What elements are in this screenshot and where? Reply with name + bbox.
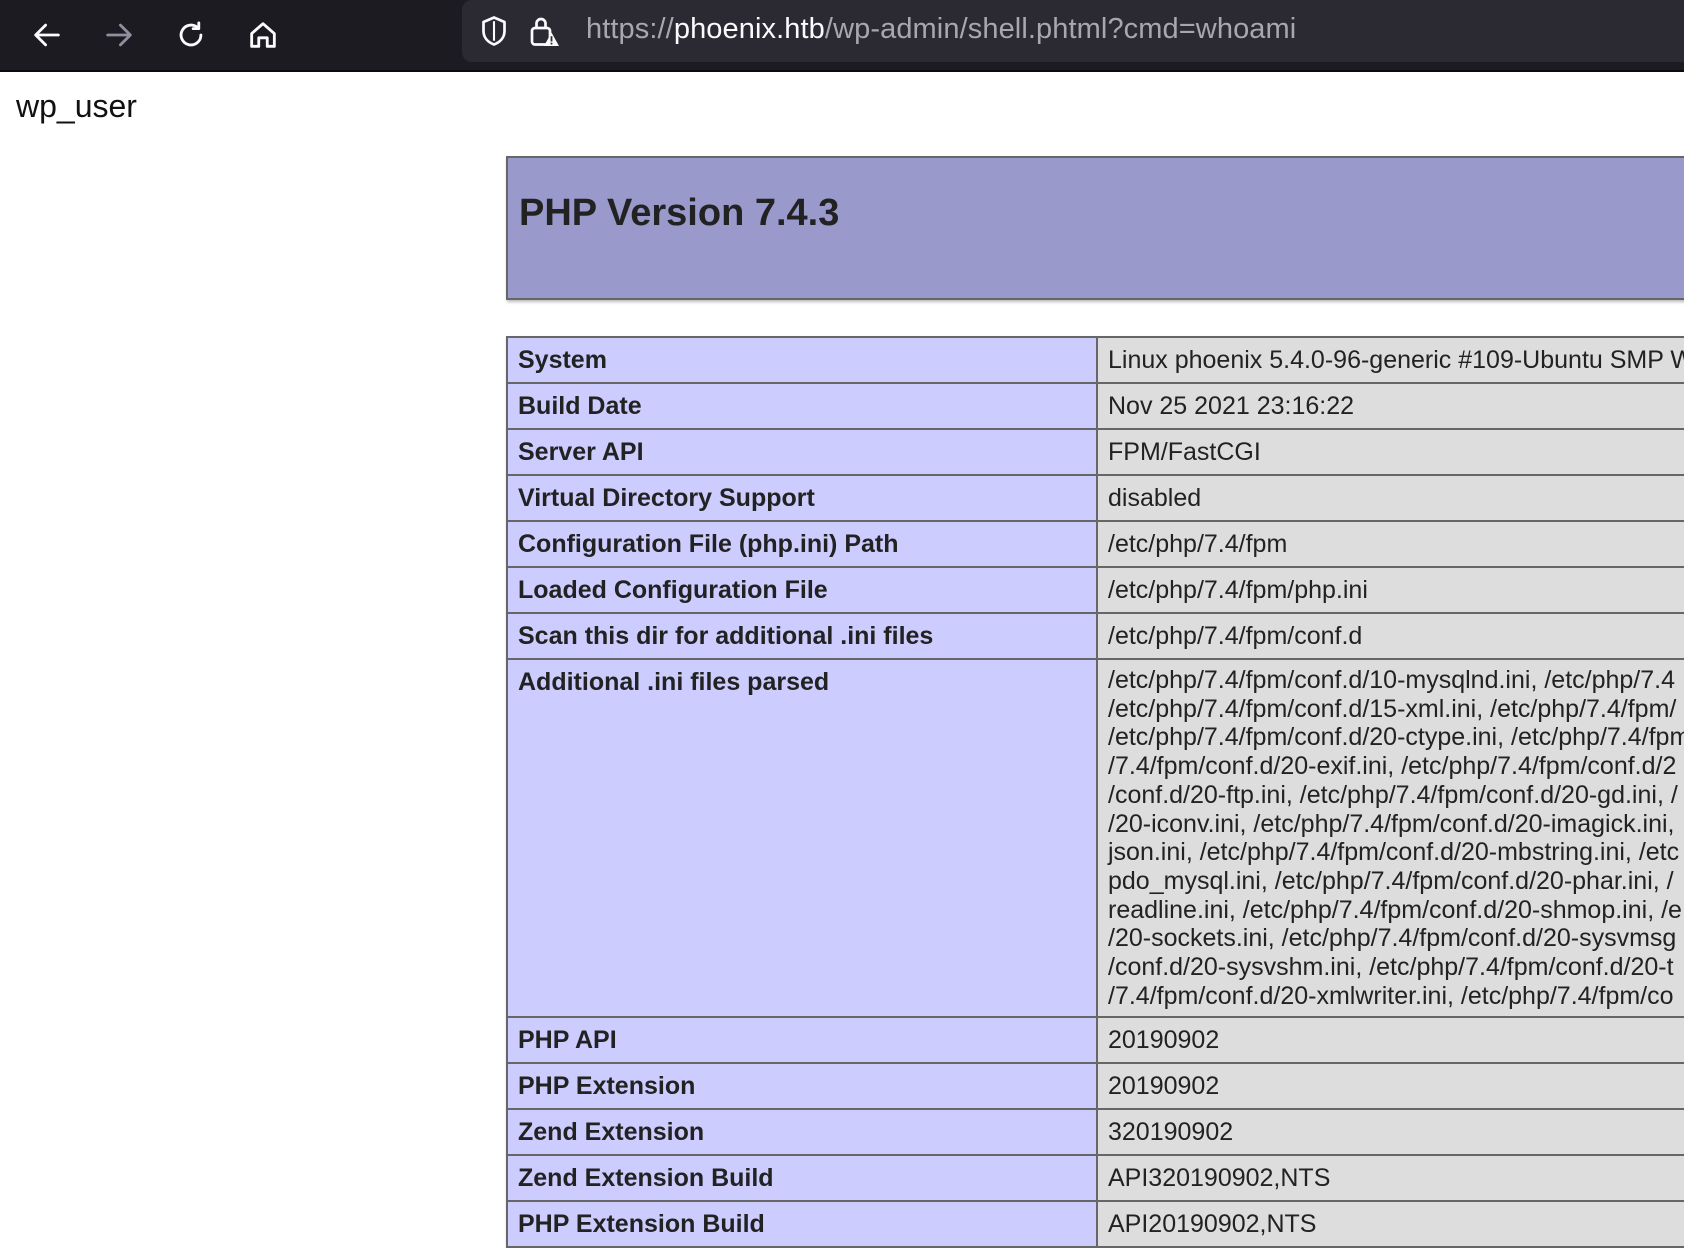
php-version-title: PHP Version 7.4.3	[519, 192, 840, 234]
row-key: Build Date	[506, 382, 1098, 430]
table-row: Virtual Directory Support disabled	[506, 474, 1684, 522]
row-value-line: /etc/php/7.4/fpm/conf.d/10-mysqlnd.ini, …	[1108, 666, 1675, 694]
table-row: Configuration File (php.ini) Path/etc/ph…	[506, 520, 1684, 568]
php-version-header: PHP Version 7.4.3	[506, 156, 1684, 300]
back-button[interactable]	[24, 12, 70, 58]
row-value: API20190902,NTS	[1096, 1200, 1684, 1248]
row-value-line: /7.4/fpm/conf.d/20-exif.ini, /etc/php/7.…	[1108, 752, 1677, 781]
php-info-table: System Linux phoenix 5.4.0-96-generic #10…	[506, 336, 1684, 1248]
row-value: Nov 25 2021 23:16:22	[1096, 382, 1684, 430]
forward-button[interactable]	[96, 12, 142, 58]
row-key: Scan this dir for additional .ini files	[506, 612, 1098, 660]
url-host: phoenix.htb	[673, 13, 825, 45]
table-row: System Linux phoenix 5.4.0-96-generic #10…	[506, 336, 1684, 384]
row-value-line: /conf.d/20-sysvshm.ini, /etc/php/7.4/fpm…	[1108, 953, 1674, 982]
table-row: PHP API 20190902	[506, 1016, 1684, 1065]
table-row: Zend Extension 320190902	[506, 1108, 1684, 1157]
row-value-line: readline.ini, /etc/php/7.4/fpm/conf.d/20…	[1108, 895, 1682, 924]
table-row: Zend Extension Build API320190902,NTS	[506, 1154, 1684, 1203]
command-output: wp_user	[16, 88, 137, 124]
row-value: Linux phoenix 5.4.0-96-generic #109-Ubun…	[1096, 336, 1684, 384]
phpinfo-container: PHP Version 7.4.3 System Linux phoenix 5.…	[506, 156, 1684, 1248]
row-key: Additional .ini files parsed	[506, 657, 1098, 1019]
row-value: /etc/php/7.4/fpm/conf.d	[1096, 612, 1684, 660]
table-row: Server API FPM/FastCGI	[506, 428, 1684, 476]
row-value: 320190902	[1096, 1108, 1684, 1157]
arrow-right-icon	[106, 23, 132, 47]
row-value-line: /etc/php/7.4/fpm/conf.d/20-ctype.ini, /e…	[1108, 723, 1684, 752]
row-value: /etc/php/7.4/fpm/conf.d/10-mysqlnd.ini, …	[1096, 657, 1684, 1019]
row-key: Loaded Configuration File	[506, 566, 1098, 614]
row-key: Server API	[506, 428, 1098, 476]
tracking-protection-shield-icon[interactable]	[476, 12, 512, 50]
reload-icon	[179, 21, 203, 47]
table-row: PHP Extension 20190902	[506, 1062, 1684, 1111]
row-value: API320190902,NTS	[1096, 1154, 1684, 1203]
table-row: Scan this dir for additional .ini files /…	[506, 612, 1684, 660]
row-value-line: /conf.d/20-ftp.ini, /etc/php/7.4/fpm/con…	[1108, 780, 1678, 809]
row-value: disabled	[1096, 474, 1684, 522]
reload-button[interactable]	[168, 12, 214, 58]
row-key: Configuration File (php.ini) Path	[506, 520, 1098, 568]
row-value: FPM/FastCGI	[1096, 428, 1684, 476]
home-icon	[250, 22, 276, 48]
row-key: PHP Extension	[506, 1062, 1098, 1111]
row-value-line: json.ini, /etc/php/7.4/fpm/conf.d/20-mbs…	[1108, 838, 1680, 867]
row-key: Virtual Directory Support	[506, 474, 1098, 522]
row-value-line: /7.4/fpm/conf.d/20-xmlwriter.ini, /etc/p…	[1108, 981, 1674, 1010]
table-row: PHP Extension Build API20190902,NTS	[506, 1200, 1684, 1248]
row-key: PHP Extension Build	[506, 1200, 1098, 1248]
table-row: Build Date Nov 25 2021 23:16:22	[506, 382, 1684, 430]
row-value: 20190902	[1096, 1016, 1684, 1065]
insecure-lock-icon[interactable]	[526, 12, 562, 50]
row-key: Zend Extension Build	[506, 1154, 1098, 1203]
row-value: 20190902	[1096, 1062, 1684, 1111]
url-path: /wp-admin/shell.phtml?cmd=whoami	[824, 13, 1297, 45]
url-text[interactable]: https://phoenix.htb/wp-admin/shell.phtml…	[586, 13, 1296, 46]
row-value-line: pdo_mysql.ini, /etc/php/7.4/fpm/conf.d/2…	[1108, 866, 1674, 895]
row-value-line: /etc/php/7.4/fpm/conf.d/15-xml.ini, /etc…	[1108, 694, 1677, 723]
address-bar[interactable]: https://phoenix.htb/wp-admin/shell.phtml…	[462, 0, 1684, 62]
browser-toolbar: https://phoenix.htb/wp-admin/shell.phtml…	[0, 0, 1684, 72]
arrow-left-icon	[34, 23, 60, 47]
row-value: /etc/php/7.4/fpm/php.ini	[1096, 566, 1684, 614]
row-key: Zend Extension	[506, 1108, 1098, 1157]
table-row: Additional .ini files parsed/etc/php/7.4…	[506, 657, 1684, 1019]
row-value-line: /20-iconv.ini, /etc/php/7.4/fpm/conf.d/2…	[1108, 809, 1675, 838]
row-value: /etc/php/7.4/fpm	[1096, 520, 1684, 568]
table-row: Loaded Configuration File/etc/php/7.4/fp…	[506, 566, 1684, 614]
row-key: System	[506, 336, 1098, 384]
home-button[interactable]	[240, 12, 286, 58]
url-scheme: https://	[586, 13, 674, 45]
row-key: PHP API	[506, 1016, 1098, 1065]
row-value-line: /20-sockets.ini, /etc/php/7.4/fpm/conf.d…	[1108, 924, 1677, 953]
